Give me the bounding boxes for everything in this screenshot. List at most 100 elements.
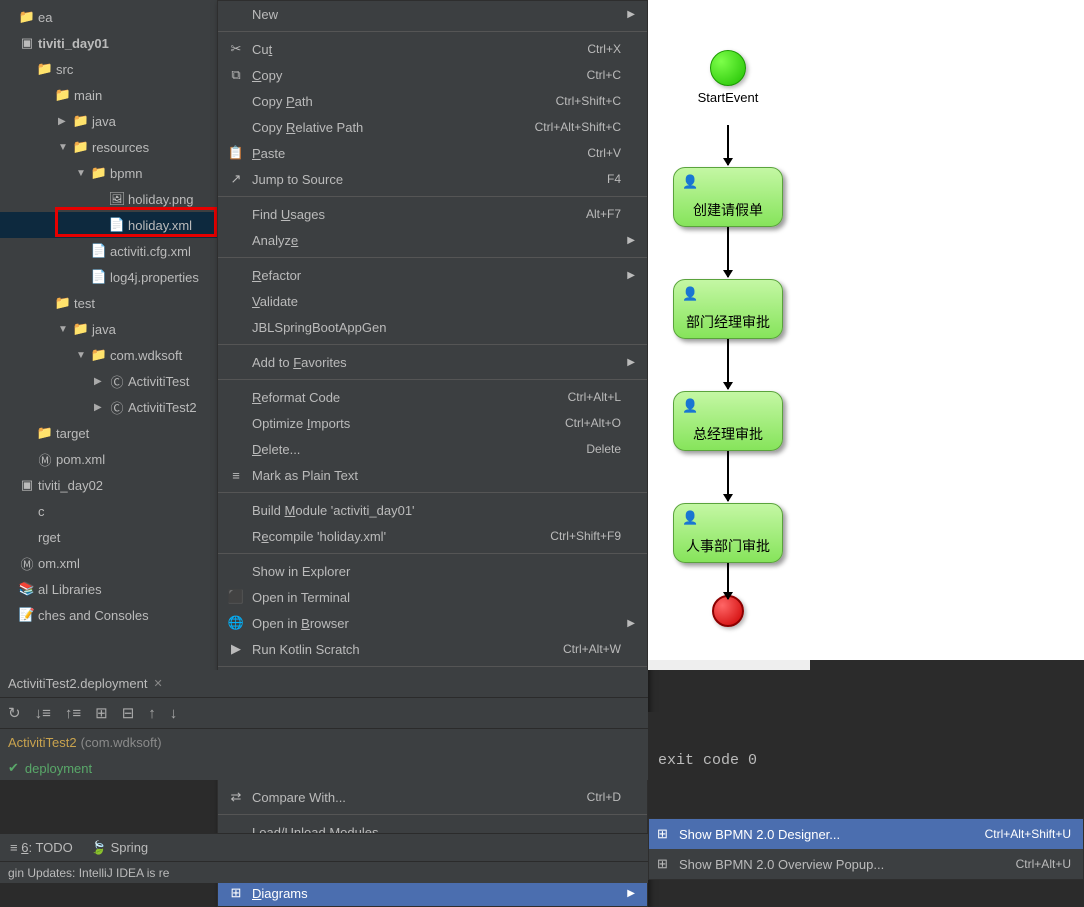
next-icon[interactable]: ↓: [170, 705, 178, 722]
run-config-tab[interactable]: ActivitiTest2.deployment ✕: [0, 670, 648, 698]
task-node-2[interactable]: 👤 总经理审批: [673, 391, 783, 451]
tree-item[interactable]: 📁src: [0, 56, 217, 82]
tree-item[interactable]: ▼📁bpmn: [0, 160, 217, 186]
tree-item[interactable]: 📚al Libraries: [0, 576, 217, 602]
menu-item[interactable]: ≡Mark as Plain Text: [218, 462, 647, 488]
tree-item[interactable]: ▣tiviti_day01: [0, 30, 217, 56]
expand-arrow-icon[interactable]: ▼: [58, 324, 72, 335]
menu-item[interactable]: Build Module 'activiti_day01': [218, 497, 647, 523]
menu-item[interactable]: Find UsagesAlt+F7: [218, 201, 647, 227]
menu-item[interactable]: ⧉CopyCtrl+C: [218, 62, 647, 88]
expand-arrow-icon[interactable]: ▼: [76, 168, 90, 179]
tree-item[interactable]: ▼📁resources: [0, 134, 217, 160]
collapse-icon[interactable]: ⊟: [122, 704, 135, 722]
menu-item[interactable]: Copy PathCtrl+Shift+C: [218, 88, 647, 114]
tree-item[interactable]: Ⓜom.xml: [0, 550, 217, 576]
menu-item[interactable]: Optimize ImportsCtrl+Alt+O: [218, 410, 647, 436]
tree-item[interactable]: ▣tiviti_day02: [0, 472, 217, 498]
expand-arrow-icon[interactable]: ▶: [58, 116, 72, 127]
menu-item[interactable]: ↗Jump to SourceF4: [218, 166, 647, 192]
menu-item[interactable]: New▶: [218, 1, 647, 27]
menu-item[interactable]: JBLSpringBootAppGen: [218, 314, 647, 340]
folder-res-icon: 📁: [72, 139, 90, 155]
menu-separator: [218, 257, 647, 258]
menu-item[interactable]: Copy Relative PathCtrl+Alt+Shift+C: [218, 114, 647, 140]
folder-blue-icon: 📁: [72, 113, 90, 129]
submenu-item[interactable]: ⊞Show BPMN 2.0 Designer...Ctrl+Alt+Shift…: [649, 819, 1083, 849]
tree-item-label: ches and Consoles: [38, 608, 149, 623]
expand-arrow-icon[interactable]: ▶: [94, 402, 108, 413]
sort-icon[interactable]: ↓≡: [35, 705, 51, 722]
menu-item[interactable]: ✂CutCtrl+X: [218, 36, 647, 62]
tree-item[interactable]: ▼📁com.wdksoft: [0, 342, 217, 368]
menu-item[interactable]: 🌐Open in Browser▶: [218, 610, 647, 636]
status-text: gin Updates: IntelliJ IDEA is re: [8, 866, 169, 880]
menu-item-label: Add to Favorites: [246, 355, 621, 370]
menu-item[interactable]: 📋PasteCtrl+V: [218, 140, 647, 166]
menu-item[interactable]: Validate: [218, 288, 647, 314]
tree-item[interactable]: 🖼holiday.png: [0, 186, 217, 212]
test-class-row[interactable]: ActivitiTest2 (com.wdksoft): [0, 729, 648, 756]
tree-item[interactable]: ▶📁java: [0, 108, 217, 134]
folder-icon: 📁: [90, 347, 108, 363]
close-icon[interactable]: ✕: [153, 677, 162, 690]
task-node-1[interactable]: 👤 部门经理审批: [673, 279, 783, 339]
tree-item[interactable]: ▶ⒸActivitiTest: [0, 368, 217, 394]
tree-item[interactable]: 📝ches and Consoles: [0, 602, 217, 628]
menu-item[interactable]: ⊞Diagrams▶: [218, 880, 647, 906]
sort-icon-2[interactable]: ↑≡: [65, 705, 81, 722]
mod-icon: ▣: [18, 477, 36, 493]
tree-item[interactable]: rget: [0, 524, 217, 550]
menu-item[interactable]: Delete...Delete: [218, 436, 647, 462]
task-label: 创建请假单: [674, 200, 782, 220]
menu-item-label: Refactor: [246, 268, 621, 283]
test-method-row[interactable]: ✔ deployment: [0, 756, 648, 780]
submenu-shortcut: Ctrl+Alt+U: [1016, 857, 1071, 871]
submenu-label: Show BPMN 2.0 Overview Popup...: [679, 857, 1016, 872]
tree-item-label: al Libraries: [38, 582, 102, 597]
menu-item[interactable]: ▶Run Kotlin ScratchCtrl+Alt+W: [218, 636, 647, 662]
task-node-0[interactable]: 👤 创建请假单: [673, 167, 783, 227]
tree-item[interactable]: ▶ⒸActivitiTest2: [0, 394, 217, 420]
maven-icon: Ⓜ: [18, 554, 36, 573]
menu-item[interactable]: Add to Favorites▶: [218, 349, 647, 375]
todo-tab[interactable]: ≡ 6: 6: TODOTODO: [10, 840, 73, 855]
menu-shortcut: Ctrl+Alt+O: [565, 416, 621, 430]
rerun-icon[interactable]: ↻: [8, 704, 21, 722]
tree-item[interactable]: 📁test: [0, 290, 217, 316]
tree-item[interactable]: ▼📁java: [0, 316, 217, 342]
menu-item[interactable]: Refactor▶: [218, 262, 647, 288]
task-node-3[interactable]: 👤 人事部门审批: [673, 503, 783, 563]
tree-item-label: test: [74, 296, 95, 311]
tree-item-label: pom.xml: [56, 452, 105, 467]
tree-item[interactable]: Ⓜpom.xml: [0, 446, 217, 472]
menu-item[interactable]: Show in Explorer: [218, 558, 647, 584]
menu-separator: [218, 31, 647, 32]
tree-item[interactable]: 📄activiti.cfg.xml: [0, 238, 217, 264]
tree-item[interactable]: 📁ea: [0, 4, 217, 30]
menu-item[interactable]: ⇄Compare With...Ctrl+D: [218, 784, 647, 810]
menu-item[interactable]: Reformat CodeCtrl+Alt+L: [218, 384, 647, 410]
expand-arrow-icon[interactable]: ▼: [58, 142, 72, 153]
menu-shortcut: Ctrl+X: [587, 42, 621, 56]
expand-arrow-icon[interactable]: ▼: [76, 350, 90, 361]
menu-item[interactable]: Recompile 'holiday.xml'Ctrl+Shift+F9: [218, 523, 647, 549]
menu-item[interactable]: Analyze▶: [218, 227, 647, 253]
prev-icon[interactable]: ↑: [148, 705, 156, 722]
expand-arrow-icon[interactable]: ▶: [94, 376, 108, 387]
menu-separator: [218, 492, 647, 493]
menu-shortcut: Ctrl+D: [587, 790, 621, 804]
spring-tab[interactable]: 🍃 Spring: [91, 840, 148, 856]
test-method-name: deployment: [25, 761, 92, 776]
tree-item[interactable]: c: [0, 498, 217, 524]
submenu-arrow-icon: ▶: [625, 888, 635, 899]
scratch-icon: 📝: [18, 607, 36, 623]
submenu-item[interactable]: ⊞Show BPMN 2.0 Overview Popup...Ctrl+Alt…: [649, 849, 1083, 879]
tree-item[interactable]: 📁target: [0, 420, 217, 446]
start-event-node[interactable]: [710, 50, 746, 86]
menu-item[interactable]: ⬛Open in Terminal: [218, 584, 647, 610]
tree-item[interactable]: 📄holiday.xml: [0, 212, 217, 238]
tree-item[interactable]: 📄log4j.properties: [0, 264, 217, 290]
expand-icon[interactable]: ⊞: [95, 704, 108, 722]
tree-item[interactable]: 📁main: [0, 82, 217, 108]
